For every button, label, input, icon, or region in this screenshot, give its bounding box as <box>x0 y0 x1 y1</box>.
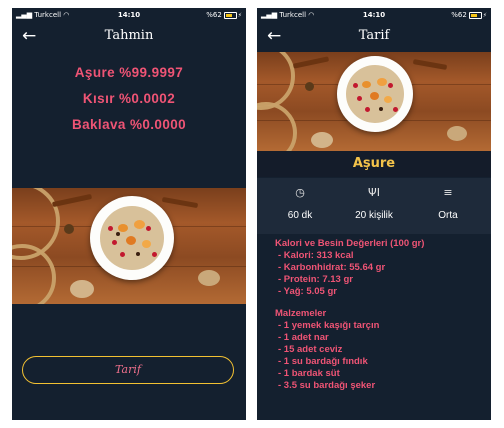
recipe-info-row: ◷ 60 dk ΨI 20 kişilik ≡ Orta <box>257 178 491 234</box>
difficulty-info: ≡ Orta <box>409 184 487 221</box>
battery-indicator: %62 ⚡ <box>206 11 242 19</box>
difficulty-icon: ≡ <box>443 186 453 199</box>
difficulty-value: Orta <box>438 210 458 221</box>
ingredient-item: - 1 yemek kaşığı tarçın <box>278 320 380 331</box>
nutrition-item: - Karbonhidrat: 55.64 gr <box>278 262 386 273</box>
recipe-details: Kalori ve Besin Değerleri (100 gr) - Kal… <box>275 238 485 392</box>
clock-icon: ◷ <box>295 186 305 199</box>
food-photo <box>12 188 246 304</box>
dish-name: Aşure <box>257 151 491 177</box>
status-bar: ▂▄▆ Turkcell ◠ 14:10 %62 ⚡ <box>257 8 491 22</box>
cutlery-icon: ΨI <box>368 186 380 199</box>
food-photo <box>257 52 491 151</box>
ingredients-heading: Malzemeler <box>275 308 327 319</box>
prediction-item: Baklava %0.0000 <box>71 117 187 132</box>
status-bar: ▂▄▆ Turkcell ◠ 14:10 %62 ⚡ <box>12 8 246 22</box>
navigation-bar: ← Tahmin <box>12 24 246 50</box>
nutrition-item: - Yağ: 5.05 gr <box>278 286 337 297</box>
battery-icon <box>468 11 482 19</box>
nutrition-item: - Protein: 7.13 gr <box>278 274 353 285</box>
prediction-item: Kısır %0.0002 <box>82 91 176 106</box>
nutrition-item: - Kalori: 313 kcal <box>278 250 354 261</box>
navigation-bar: ← Tarif <box>257 24 491 50</box>
ingredient-item: - 1 bardak süt <box>278 368 340 379</box>
ingredient-item: - 15 adet ceviz <box>278 344 343 355</box>
prep-time-info: ◷ 60 dk <box>261 184 339 221</box>
nutrition-heading: Kalori ve Besin Değerleri (100 gr) <box>275 238 425 249</box>
battery-icon <box>223 11 237 19</box>
page-title: Tahmin <box>104 28 154 43</box>
charging-icon: ⚡ <box>482 12 487 19</box>
battery-indicator: %62 ⚡ <box>451 11 487 19</box>
recipe-screen: ▂▄▆ Turkcell ◠ 14:10 %62⚡ ← Tarif Aşure <box>257 8 491 420</box>
ingredient-item: - 1 adet nar <box>278 332 329 343</box>
servings-value: 20 kişilik <box>355 210 393 221</box>
prediction-list: Aşure %99.9997 Kısır %0.0002 Baklava %0.… <box>12 60 246 138</box>
servings-info: ΨI 20 kişilik <box>335 184 413 221</box>
recipe-button[interactable]: Tarif <box>22 356 234 384</box>
prediction-screen: ▂▄▆ Turkcell ◠ 14:10 %62 ⚡ ← Tahmin Aşure… <box>12 8 246 420</box>
page-title: Tarif <box>358 28 390 43</box>
asure-bowl <box>90 196 174 280</box>
ingredient-item: - 1 su bardağı fındık <box>278 356 368 367</box>
prep-time-value: 60 dk <box>287 210 313 221</box>
charging-icon: ⚡ <box>237 12 242 19</box>
prediction-item: Aşure %99.9997 <box>74 65 184 80</box>
ingredient-item: - 3.5 su bardağı şeker <box>278 380 376 391</box>
asure-bowl <box>337 56 413 132</box>
